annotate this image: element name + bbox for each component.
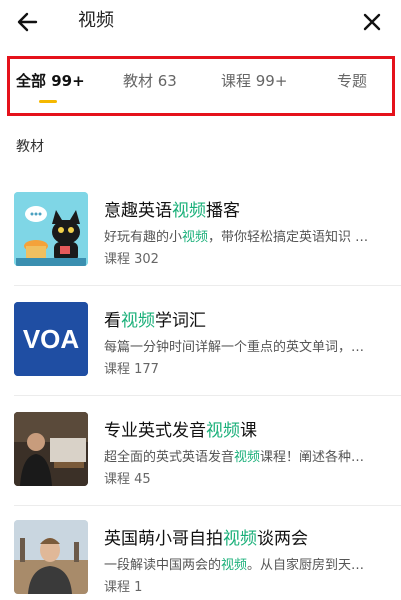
tab-bar: 全部 99+ 教材 63 课程 99+ 专题 (7, 56, 395, 116)
item-description: 好玩有趣的小视频，带你轻松搞定英语知识 … (104, 230, 369, 245)
item-description: 一段解读中国两会的视频。从自家厨房到天… (104, 558, 365, 573)
active-tab-indicator (39, 100, 57, 103)
item-course-count: 课程 302 (104, 252, 159, 267)
tab-topic[interactable]: 专题 (337, 71, 367, 91)
back-arrow-icon[interactable] (14, 8, 42, 36)
thumbnail-cartoon-cat (14, 192, 88, 266)
thumbnail-voa-logo: VOA (14, 302, 88, 376)
close-icon[interactable] (358, 8, 386, 36)
section-title: 教材 (16, 139, 44, 155)
tab-textbook[interactable]: 教材 63 (123, 71, 177, 91)
item-course-count: 课程 1 (104, 580, 143, 595)
list-item[interactable]: 英国萌小哥自拍视频谈两会 一段解读中国两会的视频。从自家厨房到天… 课程 1 (0, 506, 401, 600)
tab-all[interactable]: 全部 99+ (16, 71, 85, 91)
item-title: 专业英式发音视频课 (104, 421, 257, 441)
top-bar: 视频 (0, 0, 401, 44)
page-title: 视频 (78, 10, 114, 31)
item-course-count: 课程 177 (104, 362, 159, 377)
list-item[interactable]: 意趣英语视频播客 好玩有趣的小视频，带你轻松搞定英语知识 … 课程 302 (0, 176, 401, 286)
thumbnail-video-still (14, 520, 88, 594)
thumbnail-video-still (14, 412, 88, 486)
item-description: 超全面的英式英语发音视频课程！阐述各种… (104, 450, 365, 465)
tab-course[interactable]: 课程 99+ (221, 71, 287, 91)
list-item[interactable]: VOA 看视频学词汇 每篇一分钟时间详解一个重点的英文单词，… 课程 177 (0, 286, 401, 396)
item-description: 每篇一分钟时间详解一个重点的英文单词，… (104, 340, 365, 355)
item-title: 意趣英语视频播客 (104, 201, 240, 221)
voa-logo-text: VOA (23, 324, 80, 354)
item-course-count: 课程 45 (104, 472, 151, 487)
item-title: 看视频学词汇 (104, 311, 206, 331)
item-title: 英国萌小哥自拍视频谈两会 (104, 529, 308, 549)
list-item[interactable]: 专业英式发音视频课 超全面的英式英语发音视频课程！阐述各种… 课程 45 (0, 396, 401, 506)
